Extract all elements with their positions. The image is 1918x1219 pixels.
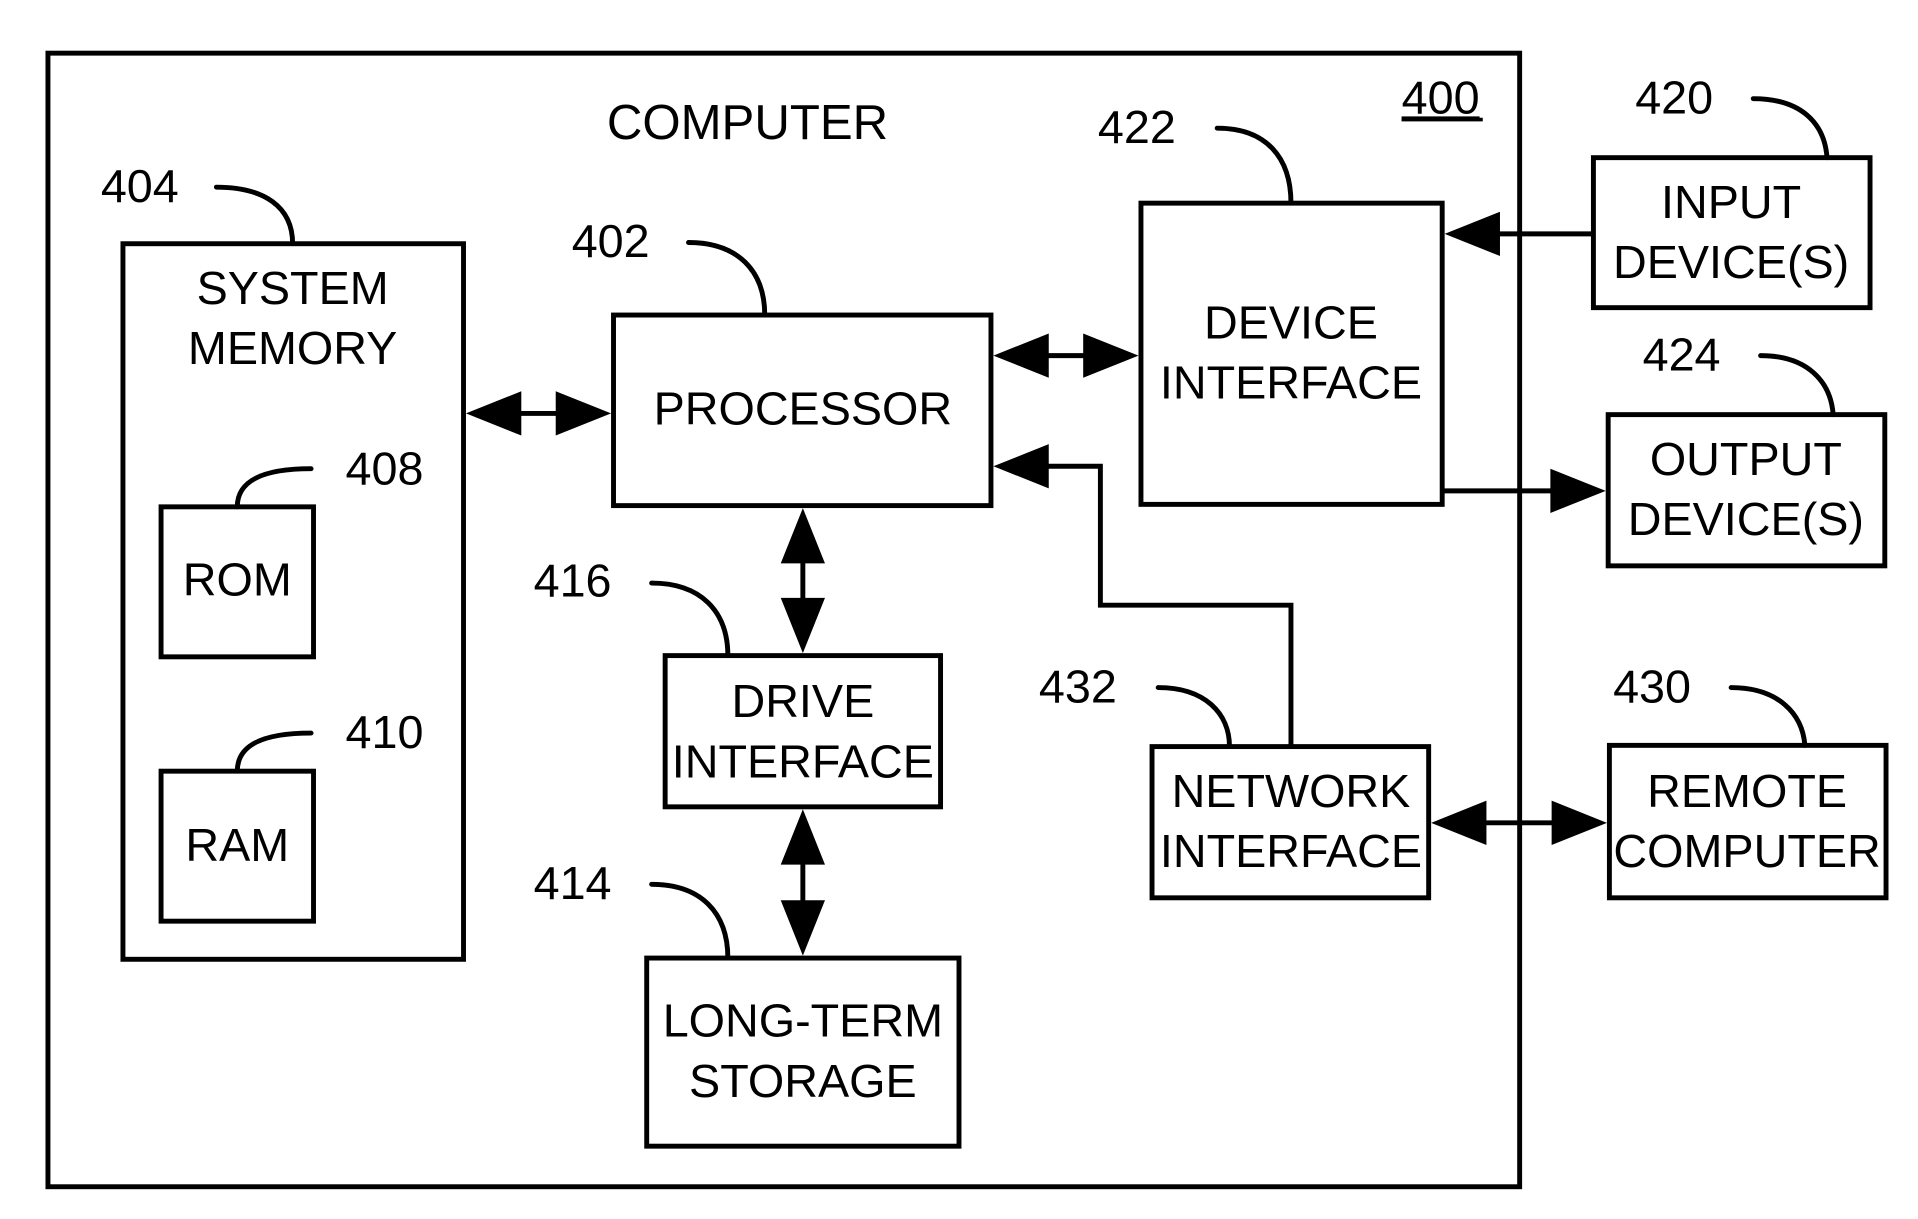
ref-432: 432 [1039,660,1117,712]
input-devices-label-line-1: INPUT [1661,176,1801,228]
connector-processor-drive-interface [780,508,825,654]
network-interface-label-line-1: NETWORK [1172,765,1411,817]
arrowhead-right [1550,468,1606,513]
arrowhead-left [1431,800,1487,845]
long-term-storage-block: LONG-TERM STORAGE 414 [534,857,962,1149]
leader-414 [649,881,731,961]
connector-device-interface-output [1442,468,1606,513]
arrowhead-left [993,444,1049,489]
leader-424 [1758,353,1836,418]
ref-422: 422 [1098,101,1176,153]
arrowhead-left [465,391,522,436]
arrowhead-down [780,900,825,956]
ref-430: 430 [1613,660,1691,712]
ref-404: 404 [101,160,179,212]
leader-402 [686,240,768,318]
network-interface-block: NETWORK INTERFACE 432 [1039,660,1432,901]
arrowhead-left [1444,211,1500,257]
connector-drive-storage [780,809,825,956]
output-devices-label-line-2: DEVICE(S) [1628,493,1864,545]
arrowhead-left [993,333,1049,378]
arrowhead-right [555,391,612,436]
ref-414: 414 [534,857,612,909]
ram-label: RAM [185,819,289,871]
drive-interface-label-line-2: INTERFACE [672,735,934,787]
output-devices-label-line-1: OUTPUT [1650,433,1842,485]
figure-ref-400: 400 [1402,71,1480,123]
ref-416: 416 [534,555,612,607]
connector-processor-device-interface [993,333,1139,378]
computer-title: COMPUTER [607,95,888,150]
arrowhead-right [1551,800,1607,845]
device-interface-box [1138,200,1445,507]
long-term-storage-box [644,955,962,1149]
output-devices-block: OUTPUT DEVICE(S) 424 [1605,328,1888,569]
leader-420 [1750,96,1830,161]
device-interface-block: DEVICE INTERFACE 422 [1098,101,1445,507]
leader-422 [1214,125,1294,206]
arrowhead-up [780,809,825,865]
system-memory-label-line-1: SYSTEM [197,262,389,314]
leader-430 [1728,685,1808,748]
computer-block-diagram: COMPUTER 400 SYSTEM MEMORY 404 ROM 408 R… [45,50,1889,1190]
long-term-storage-label-line-2: STORAGE [689,1055,917,1107]
leader-404 [213,184,296,247]
long-term-storage-label-line-1: LONG-TERM [663,995,943,1047]
ref-420: 420 [1635,71,1713,123]
input-devices-label-line-2: DEVICE(S) [1613,236,1849,288]
drive-interface-block: DRIVE INTERFACE 416 [534,555,944,810]
arrowhead-up [780,508,825,564]
remote-computer-label-line-2: COMPUTER [1613,825,1880,877]
remote-computer-block: REMOTE COMPUTER 430 [1606,660,1889,901]
connector-memory-processor [465,391,612,436]
leader-416 [649,580,731,659]
remote-computer-label-line-1: REMOTE [1647,765,1847,817]
processor-label: PROCESSOR [654,382,953,434]
ref-410: 410 [345,706,423,758]
arrowhead-down [780,597,825,654]
ref-424: 424 [1643,328,1721,380]
rom-label: ROM [183,553,292,605]
system-memory-label-line-2: MEMORY [188,322,397,374]
leader-432 [1155,685,1232,750]
arrowhead-right [1083,333,1139,378]
ref-408: 408 [345,443,423,495]
ref-402: 402 [572,215,650,267]
drive-interface-label-line-1: DRIVE [731,675,874,727]
processor-block: PROCESSOR 402 [572,215,994,509]
network-interface-label-line-2: INTERFACE [1160,825,1422,877]
device-interface-label-line-2: INTERFACE [1160,357,1422,409]
device-interface-label-line-1: DEVICE [1204,296,1378,348]
input-devices-block: INPUT DEVICE(S) 420 [1590,71,1873,311]
